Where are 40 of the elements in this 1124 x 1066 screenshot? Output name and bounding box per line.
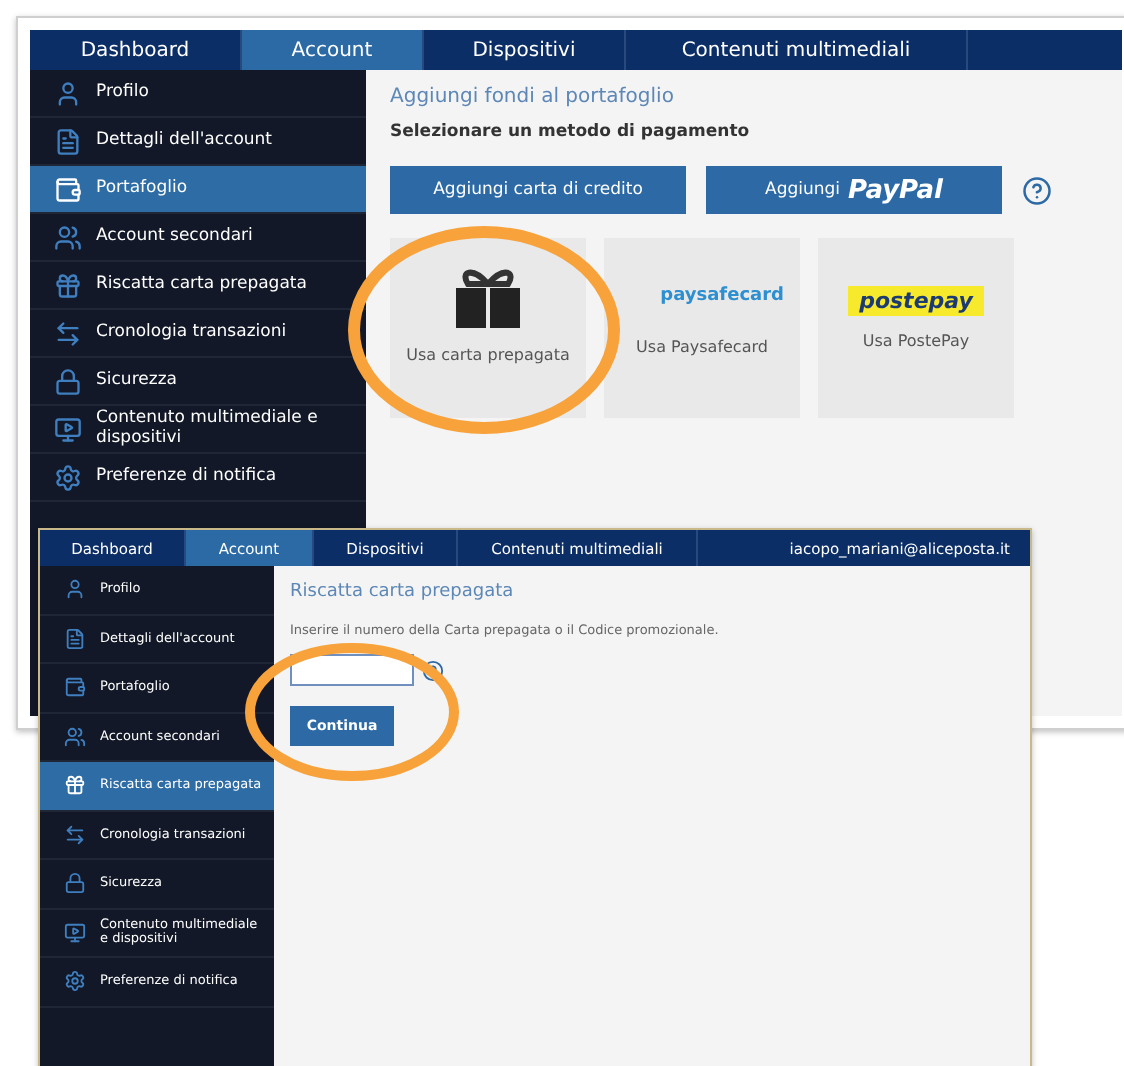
arrows-icon xyxy=(64,823,86,846)
people-icon xyxy=(54,223,82,251)
payment-method-card[interactable]: postepay Usa PostePay xyxy=(818,238,1014,418)
payment-method-card[interactable]: paysafecard Usa Paysafecard xyxy=(604,238,800,418)
add-payment-button[interactable]: Aggiungi PayPal xyxy=(706,166,1002,214)
gift-icon xyxy=(452,266,524,330)
card-label: Usa carta prepagata xyxy=(406,346,570,366)
person-icon xyxy=(64,578,86,601)
postepay-logo: postepay xyxy=(847,286,985,316)
sidebar-item[interactable]: Preferenze di notifica xyxy=(30,454,366,502)
card-label: Usa PostePay xyxy=(862,332,970,352)
media-icon xyxy=(64,921,86,944)
gift-icon xyxy=(54,271,82,299)
document-icon xyxy=(64,627,86,650)
page-subtitle: Selezionare un metodo di pagamento xyxy=(390,122,750,142)
card-label: Usa Paysafecard xyxy=(636,338,768,358)
document-icon xyxy=(54,127,82,155)
arrows-icon xyxy=(54,319,82,347)
people-icon xyxy=(64,725,86,748)
sidebar-item[interactable]: Riscatta carta prepagata xyxy=(30,262,366,310)
add-payment-button[interactable]: Aggiungi carta di credito xyxy=(390,166,686,214)
sidebar-item[interactable]: Portafoglio xyxy=(30,166,366,214)
page-title: Aggiungi fondi al portafoglio xyxy=(390,86,674,108)
gift-icon xyxy=(64,774,86,797)
wallet-icon xyxy=(64,676,86,699)
sidebar-item[interactable]: Sicurezza xyxy=(30,358,366,406)
payment-method-card[interactable]: Usa carta prepagata xyxy=(390,238,586,418)
gear-icon xyxy=(54,463,82,491)
paysafecard-logo: paysafecard xyxy=(660,286,784,310)
media-icon xyxy=(54,415,82,443)
help-icon[interactable] xyxy=(1022,175,1052,205)
gear-icon xyxy=(64,970,86,993)
nav-tab[interactable]: Account xyxy=(242,30,424,70)
lock-icon xyxy=(64,872,86,895)
sidebar-item[interactable]: Contenuto multimediale e dispositivi xyxy=(30,406,366,454)
help-icon[interactable] xyxy=(422,659,444,681)
lock-icon xyxy=(54,367,82,395)
person-icon xyxy=(54,79,82,107)
page-title: Riscatta carta prepagata xyxy=(290,582,514,602)
wallet-icon xyxy=(54,175,82,203)
